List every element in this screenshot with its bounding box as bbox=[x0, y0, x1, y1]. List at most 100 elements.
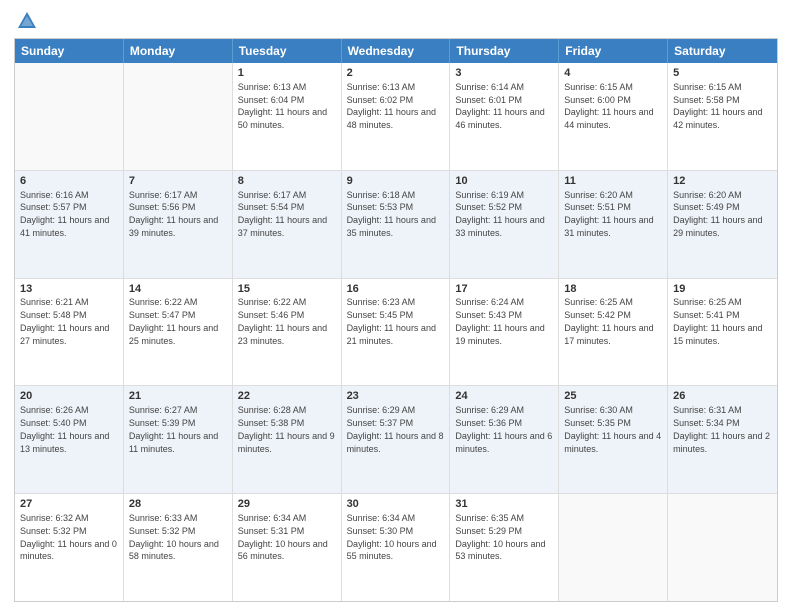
header-day-tuesday: Tuesday bbox=[233, 39, 342, 63]
header bbox=[14, 10, 778, 32]
day-cell-3: 3Sunrise: 6:14 AM Sunset: 6:01 PM Daylig… bbox=[450, 63, 559, 170]
logo-area bbox=[14, 10, 38, 32]
day-info: Sunrise: 6:23 AM Sunset: 5:45 PM Dayligh… bbox=[347, 297, 436, 345]
day-number: 17 bbox=[455, 282, 553, 297]
day-number: 30 bbox=[347, 497, 445, 512]
day-info: Sunrise: 6:34 AM Sunset: 5:31 PM Dayligh… bbox=[238, 513, 328, 561]
day-number: 1 bbox=[238, 66, 336, 81]
header-day-monday: Monday bbox=[124, 39, 233, 63]
empty-cell bbox=[668, 494, 777, 601]
day-cell-24: 24Sunrise: 6:29 AM Sunset: 5:36 PM Dayli… bbox=[450, 386, 559, 493]
day-number: 7 bbox=[129, 174, 227, 189]
day-cell-4: 4Sunrise: 6:15 AM Sunset: 6:00 PM Daylig… bbox=[559, 63, 668, 170]
day-info: Sunrise: 6:34 AM Sunset: 5:30 PM Dayligh… bbox=[347, 513, 437, 561]
day-info: Sunrise: 6:17 AM Sunset: 5:56 PM Dayligh… bbox=[129, 190, 218, 238]
day-number: 16 bbox=[347, 282, 445, 297]
day-info: Sunrise: 6:28 AM Sunset: 5:38 PM Dayligh… bbox=[238, 405, 335, 453]
day-cell-21: 21Sunrise: 6:27 AM Sunset: 5:39 PM Dayli… bbox=[124, 386, 233, 493]
day-number: 22 bbox=[238, 389, 336, 404]
day-info: Sunrise: 6:13 AM Sunset: 6:04 PM Dayligh… bbox=[238, 82, 327, 130]
day-cell-19: 19Sunrise: 6:25 AM Sunset: 5:41 PM Dayli… bbox=[668, 279, 777, 386]
day-number: 31 bbox=[455, 497, 553, 512]
day-info: Sunrise: 6:26 AM Sunset: 5:40 PM Dayligh… bbox=[20, 405, 109, 453]
day-number: 28 bbox=[129, 497, 227, 512]
day-number: 27 bbox=[20, 497, 118, 512]
day-cell-7: 7Sunrise: 6:17 AM Sunset: 5:56 PM Daylig… bbox=[124, 171, 233, 278]
day-cell-29: 29Sunrise: 6:34 AM Sunset: 5:31 PM Dayli… bbox=[233, 494, 342, 601]
day-cell-23: 23Sunrise: 6:29 AM Sunset: 5:37 PM Dayli… bbox=[342, 386, 451, 493]
day-info: Sunrise: 6:21 AM Sunset: 5:48 PM Dayligh… bbox=[20, 297, 109, 345]
header-day-saturday: Saturday bbox=[668, 39, 777, 63]
day-info: Sunrise: 6:16 AM Sunset: 5:57 PM Dayligh… bbox=[20, 190, 109, 238]
day-number: 5 bbox=[673, 66, 772, 81]
day-info: Sunrise: 6:32 AM Sunset: 5:32 PM Dayligh… bbox=[20, 513, 117, 561]
day-info: Sunrise: 6:24 AM Sunset: 5:43 PM Dayligh… bbox=[455, 297, 544, 345]
day-cell-14: 14Sunrise: 6:22 AM Sunset: 5:47 PM Dayli… bbox=[124, 279, 233, 386]
calendar-row-3: 13Sunrise: 6:21 AM Sunset: 5:48 PM Dayli… bbox=[15, 279, 777, 387]
day-info: Sunrise: 6:29 AM Sunset: 5:36 PM Dayligh… bbox=[455, 405, 552, 453]
day-info: Sunrise: 6:19 AM Sunset: 5:52 PM Dayligh… bbox=[455, 190, 544, 238]
day-cell-22: 22Sunrise: 6:28 AM Sunset: 5:38 PM Dayli… bbox=[233, 386, 342, 493]
day-number: 11 bbox=[564, 174, 662, 189]
calendar-row-2: 6Sunrise: 6:16 AM Sunset: 5:57 PM Daylig… bbox=[15, 171, 777, 279]
day-cell-12: 12Sunrise: 6:20 AM Sunset: 5:49 PM Dayli… bbox=[668, 171, 777, 278]
day-info: Sunrise: 6:35 AM Sunset: 5:29 PM Dayligh… bbox=[455, 513, 545, 561]
day-number: 26 bbox=[673, 389, 772, 404]
day-number: 10 bbox=[455, 174, 553, 189]
day-info: Sunrise: 6:15 AM Sunset: 5:58 PM Dayligh… bbox=[673, 82, 762, 130]
day-info: Sunrise: 6:22 AM Sunset: 5:46 PM Dayligh… bbox=[238, 297, 327, 345]
day-number: 20 bbox=[20, 389, 118, 404]
day-number: 25 bbox=[564, 389, 662, 404]
logo-icon bbox=[16, 10, 38, 32]
day-cell-10: 10Sunrise: 6:19 AM Sunset: 5:52 PM Dayli… bbox=[450, 171, 559, 278]
day-number: 13 bbox=[20, 282, 118, 297]
calendar-body: 1Sunrise: 6:13 AM Sunset: 6:04 PM Daylig… bbox=[15, 63, 777, 601]
day-number: 24 bbox=[455, 389, 553, 404]
day-number: 8 bbox=[238, 174, 336, 189]
header-day-wednesday: Wednesday bbox=[342, 39, 451, 63]
day-cell-18: 18Sunrise: 6:25 AM Sunset: 5:42 PM Dayli… bbox=[559, 279, 668, 386]
day-cell-16: 16Sunrise: 6:23 AM Sunset: 5:45 PM Dayli… bbox=[342, 279, 451, 386]
day-info: Sunrise: 6:20 AM Sunset: 5:49 PM Dayligh… bbox=[673, 190, 762, 238]
day-cell-13: 13Sunrise: 6:21 AM Sunset: 5:48 PM Dayli… bbox=[15, 279, 124, 386]
header-day-sunday: Sunday bbox=[15, 39, 124, 63]
day-cell-2: 2Sunrise: 6:13 AM Sunset: 6:02 PM Daylig… bbox=[342, 63, 451, 170]
day-cell-15: 15Sunrise: 6:22 AM Sunset: 5:46 PM Dayli… bbox=[233, 279, 342, 386]
day-number: 15 bbox=[238, 282, 336, 297]
day-number: 19 bbox=[673, 282, 772, 297]
day-cell-25: 25Sunrise: 6:30 AM Sunset: 5:35 PM Dayli… bbox=[559, 386, 668, 493]
day-number: 29 bbox=[238, 497, 336, 512]
day-info: Sunrise: 6:22 AM Sunset: 5:47 PM Dayligh… bbox=[129, 297, 218, 345]
day-cell-20: 20Sunrise: 6:26 AM Sunset: 5:40 PM Dayli… bbox=[15, 386, 124, 493]
day-cell-9: 9Sunrise: 6:18 AM Sunset: 5:53 PM Daylig… bbox=[342, 171, 451, 278]
day-number: 3 bbox=[455, 66, 553, 81]
day-cell-8: 8Sunrise: 6:17 AM Sunset: 5:54 PM Daylig… bbox=[233, 171, 342, 278]
day-number: 4 bbox=[564, 66, 662, 81]
empty-cell bbox=[124, 63, 233, 170]
day-cell-17: 17Sunrise: 6:24 AM Sunset: 5:43 PM Dayli… bbox=[450, 279, 559, 386]
header-day-friday: Friday bbox=[559, 39, 668, 63]
calendar-row-4: 20Sunrise: 6:26 AM Sunset: 5:40 PM Dayli… bbox=[15, 386, 777, 494]
day-cell-30: 30Sunrise: 6:34 AM Sunset: 5:30 PM Dayli… bbox=[342, 494, 451, 601]
header-day-thursday: Thursday bbox=[450, 39, 559, 63]
day-number: 12 bbox=[673, 174, 772, 189]
day-info: Sunrise: 6:33 AM Sunset: 5:32 PM Dayligh… bbox=[129, 513, 219, 561]
calendar: SundayMondayTuesdayWednesdayThursdayFrid… bbox=[14, 38, 778, 602]
day-cell-26: 26Sunrise: 6:31 AM Sunset: 5:34 PM Dayli… bbox=[668, 386, 777, 493]
calendar-row-5: 27Sunrise: 6:32 AM Sunset: 5:32 PM Dayli… bbox=[15, 494, 777, 601]
day-cell-28: 28Sunrise: 6:33 AM Sunset: 5:32 PM Dayli… bbox=[124, 494, 233, 601]
day-number: 14 bbox=[129, 282, 227, 297]
day-info: Sunrise: 6:25 AM Sunset: 5:42 PM Dayligh… bbox=[564, 297, 653, 345]
empty-cell bbox=[559, 494, 668, 601]
calendar-header: SundayMondayTuesdayWednesdayThursdayFrid… bbox=[15, 39, 777, 63]
day-cell-31: 31Sunrise: 6:35 AM Sunset: 5:29 PM Dayli… bbox=[450, 494, 559, 601]
day-number: 18 bbox=[564, 282, 662, 297]
calendar-row-1: 1Sunrise: 6:13 AM Sunset: 6:04 PM Daylig… bbox=[15, 63, 777, 171]
day-cell-6: 6Sunrise: 6:16 AM Sunset: 5:57 PM Daylig… bbox=[15, 171, 124, 278]
day-number: 2 bbox=[347, 66, 445, 81]
day-number: 6 bbox=[20, 174, 118, 189]
day-info: Sunrise: 6:13 AM Sunset: 6:02 PM Dayligh… bbox=[347, 82, 436, 130]
day-number: 23 bbox=[347, 389, 445, 404]
day-cell-11: 11Sunrise: 6:20 AM Sunset: 5:51 PM Dayli… bbox=[559, 171, 668, 278]
day-info: Sunrise: 6:31 AM Sunset: 5:34 PM Dayligh… bbox=[673, 405, 770, 453]
